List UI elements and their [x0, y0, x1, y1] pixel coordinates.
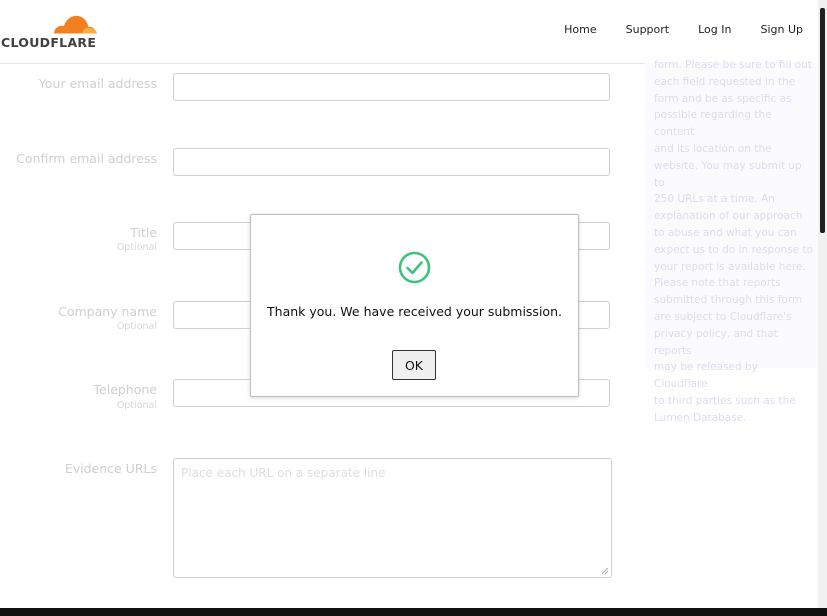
evidence-urls-placeholder: Place each URL on a separate line [181, 466, 386, 480]
title-label: Title [130, 225, 157, 240]
window-bottom-edge [0, 608, 827, 616]
cloudflare-logo[interactable]: CLOUDFLARE [1, 12, 101, 52]
sidebar-info-panel: form. Please be sure to fill out each fi… [645, 59, 818, 424]
sidebar-info-text: form. Please be sure to fill out each fi… [654, 57, 814, 427]
sidebar-line-abuse-link[interactable]: your report is available here. [654, 259, 814, 276]
sidebar-line: to abuse and what you can [654, 226, 797, 239]
ok-button[interactable]: OK [392, 350, 436, 380]
telephone-label: Telephone [93, 382, 157, 397]
evidence-urls-textarea[interactable]: Place each URL on a separate line [173, 458, 612, 578]
email-field[interactable] [173, 73, 610, 101]
submission-success-dialog: Thank you. We have received your submiss… [250, 214, 579, 397]
sidebar-line: to third parties such as the [654, 394, 796, 407]
nav-support[interactable]: Support [626, 23, 669, 36]
sidebar-line-lumen-link[interactable]: Lumen Database. [654, 410, 814, 427]
sidebar-line: each field requested in the [654, 75, 796, 88]
sidebar-line: form. Please be sure to fill out [654, 59, 812, 71]
title-optional-hint: Optional [116, 242, 157, 253]
resize-grip-icon[interactable] [601, 567, 609, 575]
nav-sign-up[interactable]: Sign Up [760, 23, 803, 36]
sidebar-line: submitted through this form [654, 294, 803, 307]
company-label: Company name [58, 304, 157, 319]
dialog-message: Thank you. We have received your submiss… [267, 304, 562, 319]
sidebar-line: are subject to Cloudflare's [654, 310, 792, 323]
sidebar-line: form and be as specific as [654, 92, 792, 105]
check-circle-icon [398, 251, 431, 284]
sidebar-line: Please note that reports [654, 277, 781, 290]
top-nav: Home Support Log In Sign Up [535, 23, 803, 36]
sidebar-line: may be released by Cloudflare [654, 361, 758, 391]
nav-home[interactable]: Home [564, 23, 596, 36]
sidebar-line: and its location on the [654, 142, 772, 155]
sidebar-line: possible regarding the content [654, 109, 772, 139]
sidebar-line: explanation of our approach [654, 210, 803, 223]
sidebar-line: website. You may submit up to [654, 159, 802, 189]
site-header: CLOUDFLARE Home Support Log In Sign Up [0, 0, 818, 64]
sidebar-line-privacy-link[interactable]: privacy policy, and that reports [654, 326, 814, 360]
logo-wordmark: CLOUDFLARE [1, 35, 97, 50]
email-label: Your email address [38, 76, 157, 91]
sidebar-line: expect us to do in response to [654, 243, 814, 256]
telephone-optional-hint: Optional [116, 400, 157, 411]
scrollbar-thumb[interactable] [820, 8, 825, 233]
confirm-email-label: Confirm email address [16, 151, 157, 166]
page-viewport: CLOUDFLARE Home Support Log In Sign Up Y… [0, 0, 818, 608]
nav-log-in[interactable]: Log In [698, 23, 731, 36]
confirm-email-field[interactable] [173, 148, 610, 176]
evidence-urls-label: Evidence URLs [64, 461, 157, 476]
vertical-scrollbar[interactable] [818, 0, 827, 608]
cloud-logo-icon [52, 15, 97, 35]
sidebar-line: 250 URLs at a time. An [654, 193, 775, 206]
company-optional-hint: Optional [116, 321, 157, 332]
